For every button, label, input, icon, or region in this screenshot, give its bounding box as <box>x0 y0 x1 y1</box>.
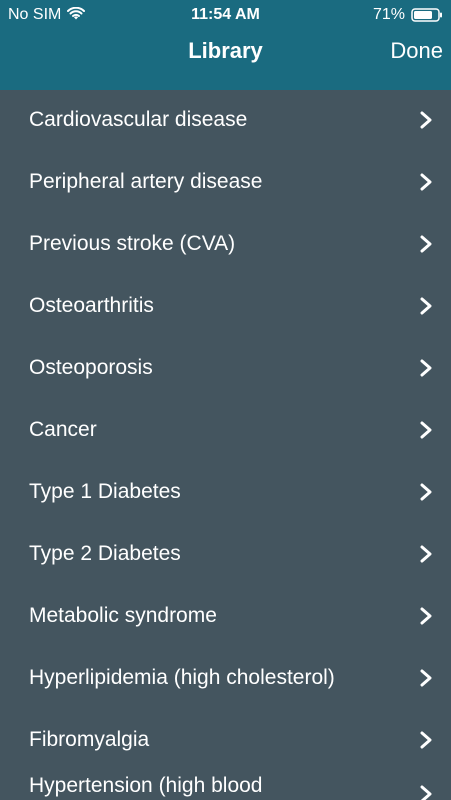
list-item-label: Hyperlipidemia (high cholesterol) <box>29 666 335 689</box>
status-right: 71% <box>373 6 443 24</box>
list-item-hypertension[interactable]: Hypertension (high blood <box>0 772 451 800</box>
nav-bar: Library Done <box>0 30 451 90</box>
chevron-right-icon <box>420 111 432 129</box>
chevron-right-icon <box>420 297 432 315</box>
chevron-right-icon <box>420 607 432 625</box>
chevron-right-icon <box>420 235 432 253</box>
list-item-label: Osteoporosis <box>29 356 153 379</box>
list-item-previous-stroke[interactable]: Previous stroke (CVA) <box>0 214 451 276</box>
list-item-cardiovascular-disease[interactable]: Cardiovascular disease <box>0 90 451 152</box>
chevron-right-icon <box>420 421 432 439</box>
list-item-label: Cardiovascular disease <box>29 108 248 131</box>
list-item-label: Type 1 Diabetes <box>29 480 181 503</box>
chevron-right-icon <box>420 785 432 800</box>
header: No SIM 11:54 AM 71% Library Done <box>0 0 451 90</box>
list-item-osteoarthritis[interactable]: Osteoarthritis <box>0 276 451 338</box>
list-item-label: Fibromyalgia <box>29 728 150 751</box>
chevron-right-icon <box>420 483 432 501</box>
list-item-label: Previous stroke (CVA) <box>29 232 236 255</box>
battery-percent: 71% <box>372 6 405 23</box>
list-item-cancer[interactable]: Cancer <box>0 400 451 462</box>
list-item-label: Metabolic syndrome <box>29 604 217 627</box>
list-item-osteoporosis[interactable]: Osteoporosis <box>0 338 451 400</box>
list-item-label: Peripheral artery disease <box>29 170 263 193</box>
list-item-label: Cancer <box>29 418 97 441</box>
page-title: Library <box>188 38 263 63</box>
battery-icon <box>411 8 442 22</box>
chevron-right-icon <box>420 731 432 749</box>
list-item-fibromyalgia[interactable]: Fibromyalgia <box>0 710 451 772</box>
chevron-right-icon <box>420 173 432 191</box>
chevron-right-icon <box>420 669 432 687</box>
list-item-label: Type 2 Diabetes <box>29 542 181 565</box>
list-item-metabolic-syndrome[interactable]: Metabolic syndrome <box>0 586 451 648</box>
chevron-right-icon <box>420 545 432 563</box>
done-button[interactable]: Done <box>390 38 443 64</box>
list-item-label: Hypertension (high blood <box>29 774 263 797</box>
library-list: Cardiovascular disease Peripheral artery… <box>0 90 451 800</box>
list-item-peripheral-artery-disease[interactable]: Peripheral artery disease <box>0 152 451 214</box>
list-item-label: Osteoarthritis <box>29 294 154 317</box>
list-item-type-1-diabetes[interactable]: Type 1 Diabetes <box>0 462 451 524</box>
chevron-right-icon <box>420 359 432 377</box>
status-bar: No SIM 11:54 AM 71% <box>0 0 451 30</box>
list-item-hyperlipidemia[interactable]: Hyperlipidemia (high cholesterol) <box>0 648 451 710</box>
list-item-type-2-diabetes[interactable]: Type 2 Diabetes <box>0 524 451 586</box>
